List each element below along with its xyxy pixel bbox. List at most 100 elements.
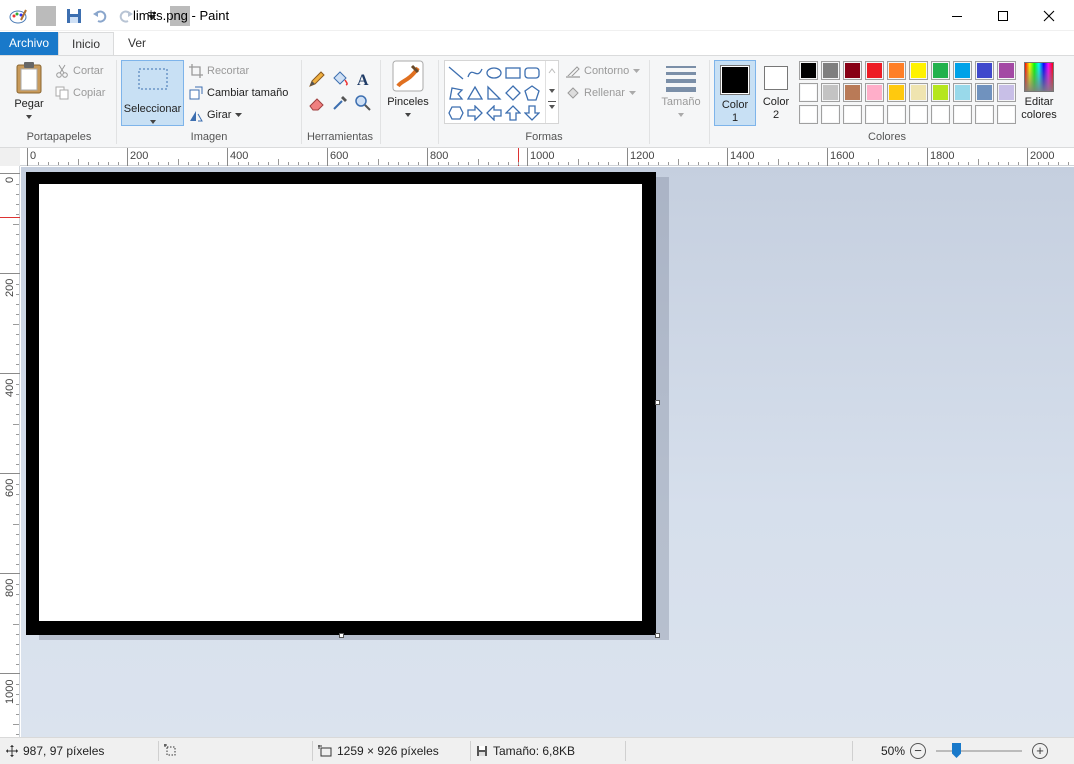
- palette-swatch[interactable]: [909, 83, 928, 102]
- color1-button[interactable]: Color 1: [714, 60, 756, 126]
- palette-swatch[interactable]: [821, 61, 840, 80]
- palette-empty-swatch[interactable]: [975, 105, 994, 124]
- undo-icon[interactable]: [90, 6, 110, 26]
- edit-colors-label-line2: colores: [1021, 109, 1057, 121]
- palette-swatch[interactable]: [843, 83, 862, 102]
- ruler-minor-tick: [16, 564, 19, 565]
- resize-handle-corner[interactable]: [655, 633, 660, 638]
- shape-line[interactable]: [446, 63, 466, 83]
- zoom-in-button[interactable]: +: [1032, 743, 1048, 759]
- cut-button[interactable]: Cortar: [55, 61, 104, 81]
- magnifier-icon: [355, 95, 371, 111]
- size-button[interactable]: Tamaño: [656, 60, 706, 126]
- shape-arrow-left[interactable]: [484, 103, 504, 123]
- ruler-minor-tick: [908, 162, 909, 165]
- palette-swatch[interactable]: [799, 61, 818, 80]
- palette-swatch[interactable]: [887, 83, 906, 102]
- shape-hexagon[interactable]: [446, 103, 466, 123]
- palette-empty-swatch[interactable]: [799, 105, 818, 124]
- resize-button[interactable]: Cambiar tamaño: [189, 83, 288, 103]
- palette-swatch[interactable]: [865, 83, 884, 102]
- palette-empty-swatch[interactable]: [843, 105, 862, 124]
- ruler-minor-tick: [648, 162, 649, 165]
- palette-empty-swatch[interactable]: [865, 105, 884, 124]
- color2-button[interactable]: Color 2: [758, 60, 794, 126]
- zoom-out-button[interactable]: −: [910, 743, 926, 759]
- swatch-color: [889, 63, 904, 78]
- palette-swatch[interactable]: [931, 61, 950, 80]
- fill-shape-button[interactable]: Rellenar: [566, 83, 636, 103]
- select-button[interactable]: Seleccionar: [121, 60, 184, 126]
- group-label-formas: Formas: [525, 131, 563, 143]
- palette-empty-swatch[interactable]: [931, 105, 950, 124]
- paste-button[interactable]: Pegar: [8, 60, 50, 126]
- rotate-button[interactable]: Girar: [189, 105, 243, 125]
- image-canvas[interactable]: [26, 172, 656, 635]
- shape-arrow-right[interactable]: [465, 103, 485, 123]
- palette-swatch[interactable]: [843, 61, 862, 80]
- edit-colors-button[interactable]: Editar colores: [1018, 60, 1060, 126]
- palette-empty-swatch[interactable]: [953, 105, 972, 124]
- size-label: Tamaño: [661, 96, 701, 108]
- ruler-minor-tick: [16, 314, 19, 315]
- shape-pentagon[interactable]: [522, 83, 542, 103]
- palette-swatch[interactable]: [865, 61, 884, 80]
- ruler-minor-tick: [16, 494, 19, 495]
- ruler-minor-tick: [758, 162, 759, 165]
- minimize-button[interactable]: [934, 0, 980, 31]
- ruler-major-tick: [0, 473, 20, 474]
- palette-swatch[interactable]: [997, 83, 1016, 102]
- zoom-slider-thumb[interactable]: [952, 743, 961, 758]
- save-icon[interactable]: [64, 6, 84, 26]
- eraser-tool[interactable]: [306, 92, 328, 114]
- tab-inicio[interactable]: Inicio: [58, 32, 114, 55]
- shape-arrow-up[interactable]: [503, 103, 523, 123]
- shape-diamond[interactable]: [503, 83, 523, 103]
- resize-handle-bottom[interactable]: [339, 633, 344, 638]
- ruler-minor-tick: [38, 162, 39, 165]
- shape-triangle[interactable]: [465, 83, 485, 103]
- text-tool[interactable]: A: [352, 68, 374, 90]
- shape-polygon[interactable]: [446, 83, 466, 103]
- palette-empty-swatch[interactable]: [821, 105, 840, 124]
- palette-swatch[interactable]: [821, 83, 840, 102]
- outline-button[interactable]: Contorno: [566, 61, 641, 81]
- palette-swatch[interactable]: [931, 83, 950, 102]
- palette-swatch[interactable]: [975, 83, 994, 102]
- pencil-tool[interactable]: [306, 68, 328, 90]
- palette-swatch[interactable]: [909, 61, 928, 80]
- ruler-label: 0: [30, 150, 37, 162]
- palette-swatch[interactable]: [799, 83, 818, 102]
- ruler-minor-tick: [16, 194, 19, 195]
- palette-empty-swatch[interactable]: [997, 105, 1016, 124]
- shape-rounded-rectangle[interactable]: [522, 63, 542, 83]
- copy-button[interactable]: Copiar: [55, 83, 105, 103]
- shapes-scrollbar[interactable]: [545, 61, 559, 123]
- shape-curve[interactable]: [465, 63, 485, 83]
- shape-right-triangle[interactable]: [484, 83, 504, 103]
- tab-archivo[interactable]: Archivo: [0, 32, 58, 55]
- color-picker-tool[interactable]: [329, 92, 351, 114]
- palette-swatch[interactable]: [975, 61, 994, 80]
- workspace[interactable]: [21, 167, 1074, 737]
- shape-rectangle[interactable]: [503, 63, 523, 83]
- crop-button[interactable]: Recortar: [189, 61, 249, 81]
- palette-swatch[interactable]: [953, 83, 972, 102]
- palette-swatch[interactable]: [953, 61, 972, 80]
- shape-oval[interactable]: [484, 63, 504, 83]
- palette-empty-swatch[interactable]: [887, 105, 906, 124]
- tab-ver[interactable]: Ver: [117, 32, 157, 55]
- resize-handle-right[interactable]: [655, 400, 660, 405]
- palette-swatch[interactable]: [997, 61, 1016, 80]
- brushes-button[interactable]: Pinceles: [386, 60, 430, 126]
- shape-arrow-down[interactable]: [522, 103, 542, 123]
- fill-tool[interactable]: [329, 68, 351, 90]
- ruler-minor-tick: [1048, 162, 1049, 165]
- palette-swatch[interactable]: [887, 61, 906, 80]
- paint-app-icon[interactable]: [8, 6, 28, 26]
- maximize-button[interactable]: [980, 0, 1026, 31]
- palette-empty-swatch[interactable]: [909, 105, 928, 124]
- magnifier-tool[interactable]: [352, 92, 374, 114]
- zoom-slider-track[interactable]: [936, 750, 1022, 752]
- close-button[interactable]: [1026, 0, 1072, 31]
